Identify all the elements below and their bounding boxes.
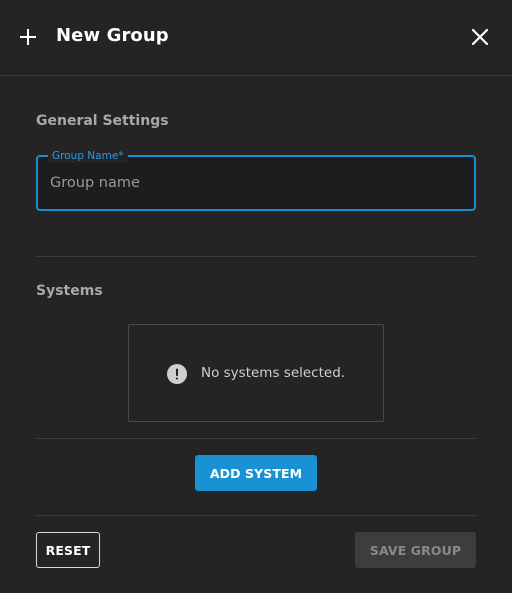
add-system-button[interactable]: ADD SYSTEM <box>195 455 317 491</box>
section-divider <box>36 256 476 257</box>
systems-heading: Systems <box>36 283 103 299</box>
group-name-field: Group Name* <box>36 149 476 211</box>
info-icon <box>167 364 187 384</box>
group-name-input[interactable] <box>50 157 464 209</box>
dialog-title: New Group <box>56 25 169 46</box>
save-group-button[interactable]: SAVE GROUP <box>355 532 476 568</box>
footer-divider <box>36 515 476 516</box>
new-group-dialog: New Group General Settings Group Name* S… <box>0 0 512 593</box>
close-icon[interactable] <box>468 25 492 49</box>
plus-icon <box>19 28 37 46</box>
systems-empty-state: No systems selected. <box>128 324 384 422</box>
section-divider <box>36 438 476 439</box>
reset-button[interactable]: RESET <box>36 532 100 568</box>
dialog-header: New Group <box>0 0 512 76</box>
empty-message: No systems selected. <box>201 365 346 381</box>
general-settings-heading: General Settings <box>36 113 169 129</box>
